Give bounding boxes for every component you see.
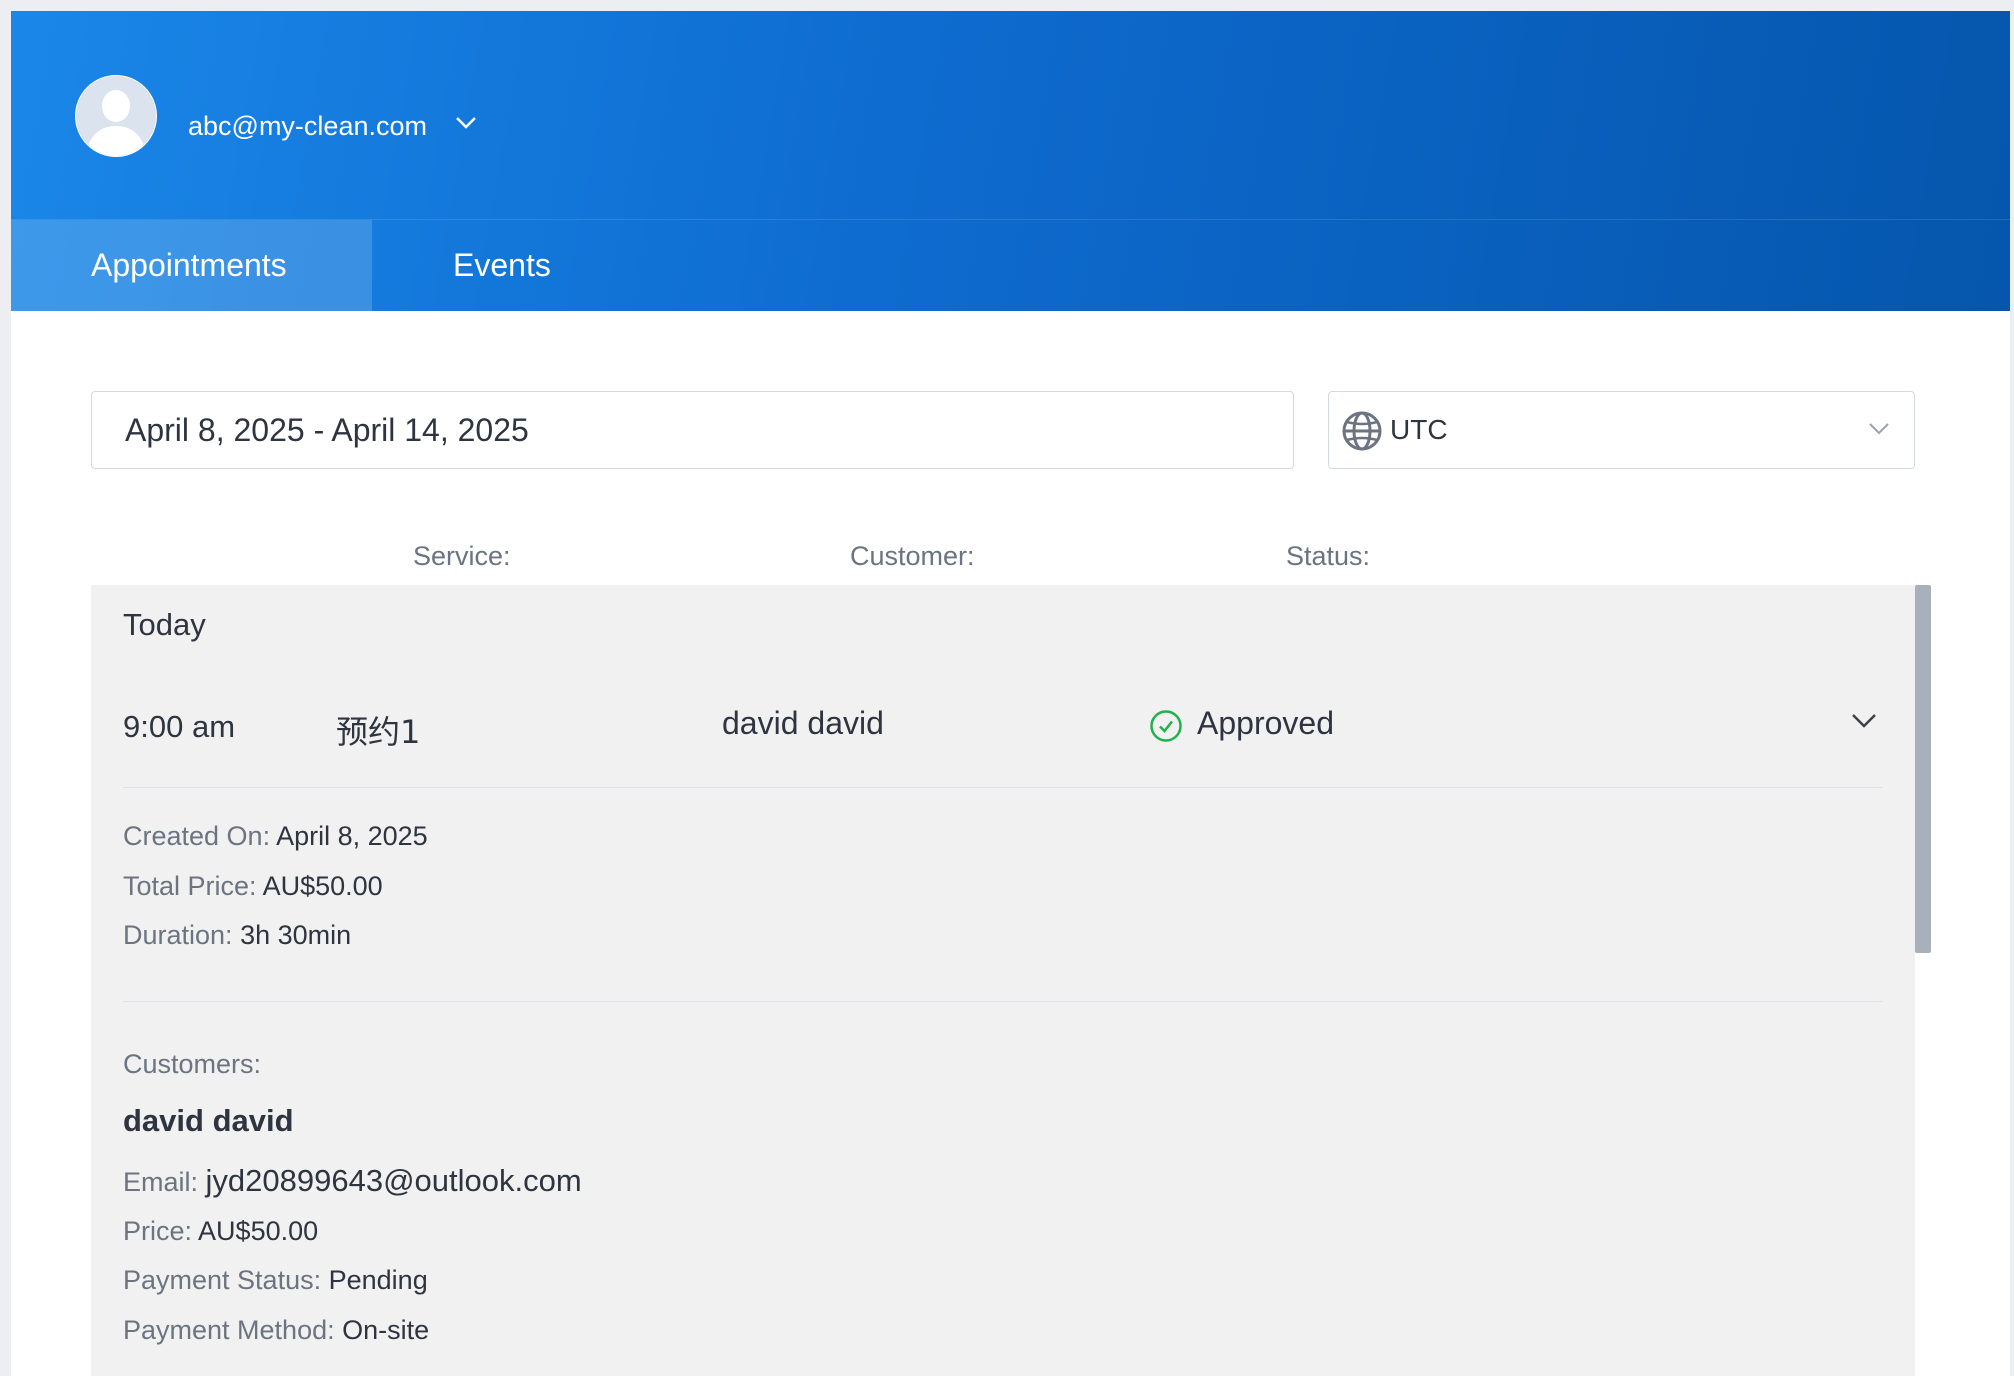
customer-name: david david [123,1103,294,1138]
divider [123,1001,1883,1002]
email-label: Email: [123,1167,199,1197]
header-top: abc@my-clean.com [11,11,2010,220]
customer-email: Email: jyd20899643@outlook.com [123,1163,582,1199]
appointment-status: Approved [1197,705,1334,741]
chevron-down-icon[interactable] [455,116,477,130]
customers-title: Customers: [123,1049,262,1079]
total-price-label: Total Price: [123,871,257,901]
user-silhouette-icon [76,76,156,156]
duration-value: 3h 30min [240,920,352,950]
check-circle-icon [1150,710,1182,742]
app-frame: abc@my-clean.com Appointments Events Apr… [11,11,2010,1376]
column-header-customer: Customer: [850,541,975,571]
column-header-service: Service: [413,541,511,571]
appointment-customer: david david [722,705,884,741]
duration-label: Duration: [123,920,233,950]
globe-icon [1342,411,1382,451]
appointments-list: Today 9:00 am 预约1 david david Approved C… [91,585,1915,1376]
avatar[interactable] [75,75,157,157]
payment-status-value: Pending [328,1265,428,1295]
chevron-down-icon [1869,423,1889,435]
price-value: AU$50.00 [198,1216,319,1246]
user-email[interactable]: abc@my-clean.com [188,110,427,142]
created-on: Created On: April 8, 2025 [123,821,428,852]
payment-method: Payment Method: On-site [123,1315,429,1346]
scrollbar[interactable] [1915,585,1931,953]
created-on-value: April 8, 2025 [276,821,428,851]
payment-status: Payment Status: Pending [123,1265,428,1296]
payment-method-value: On-site [342,1315,430,1345]
chevron-down-icon[interactable] [1851,713,1877,729]
email-value: jyd20899643@outlook.com [205,1163,582,1198]
payment-status-label: Payment Status: [123,1265,322,1295]
appointment-service: 预约1 [336,713,421,751]
column-header-status: Status: [1286,541,1371,571]
total-price: Total Price: AU$50.00 [123,871,383,902]
date-range-picker[interactable]: April 8, 2025 - April 14, 2025 [91,391,1294,469]
duration: Duration: 3h 30min [123,920,351,951]
created-on-label: Created On: [123,821,271,851]
payment-method-label: Payment Method: [123,1315,335,1345]
tab-events[interactable]: Events [372,220,612,311]
appointment-row[interactable]: 9:00 am 预约1 david david Approved [123,665,1883,788]
tab-bar: Appointments Events [11,220,2010,311]
timezone-select[interactable]: UTC [1328,391,1915,469]
total-price-value: AU$50.00 [262,871,383,901]
header: abc@my-clean.com Appointments Events [11,11,2010,311]
tab-appointments[interactable]: Appointments [11,220,372,311]
group-label-today: Today [123,607,206,642]
customer-price: Price: AU$50.00 [123,1216,318,1247]
timezone-value: UTC [1390,414,1448,445]
tab-events-label: Events [453,247,551,283]
date-range-value: April 8, 2025 - April 14, 2025 [125,412,529,448]
tab-appointments-label: Appointments [91,247,287,283]
price-label: Price: [123,1216,193,1246]
appointment-time: 9:00 am [123,709,236,744]
